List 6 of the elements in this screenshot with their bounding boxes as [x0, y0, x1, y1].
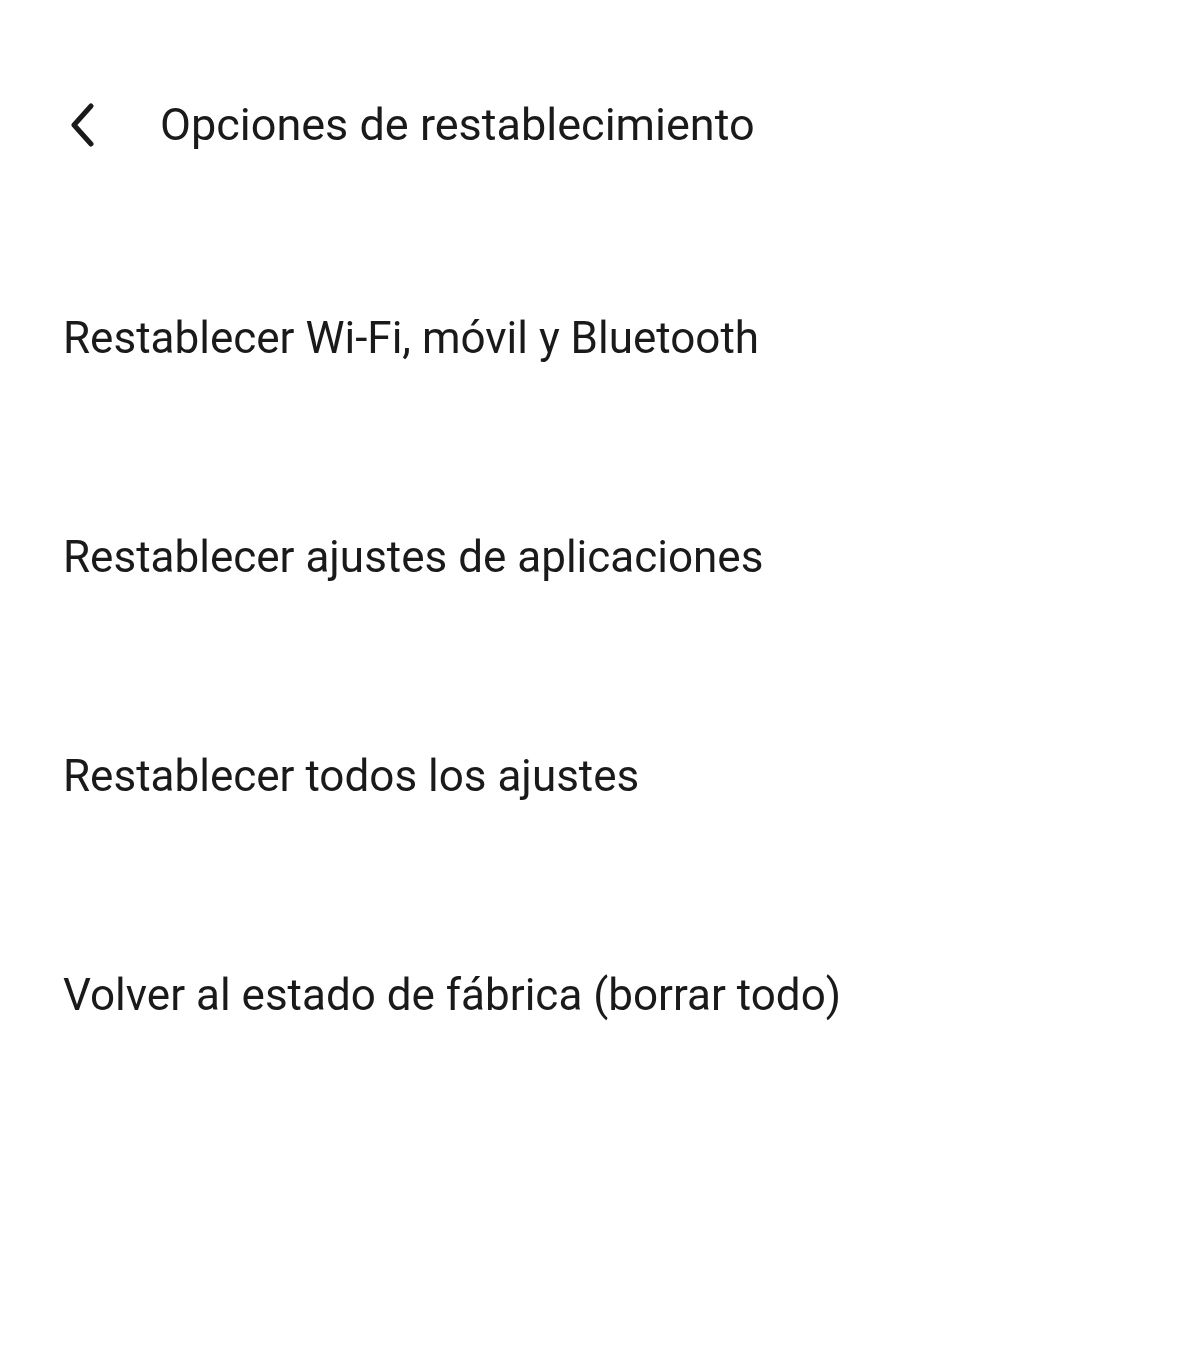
screen-title: Opciones de restablecimiento — [160, 97, 755, 154]
settings-option[interactable]: Restablecer ajustes de aplicaciones — [0, 447, 1187, 666]
settings-option[interactable]: Restablecer todos los ajustes — [0, 666, 1187, 885]
settings-option[interactable]: Volver al estado de fábrica (borrar todo) — [0, 885, 1187, 1104]
back-icon — [69, 103, 95, 147]
settings-option[interactable]: Restablecer Wi-Fi, móvil y Bluetooth — [0, 228, 1187, 447]
